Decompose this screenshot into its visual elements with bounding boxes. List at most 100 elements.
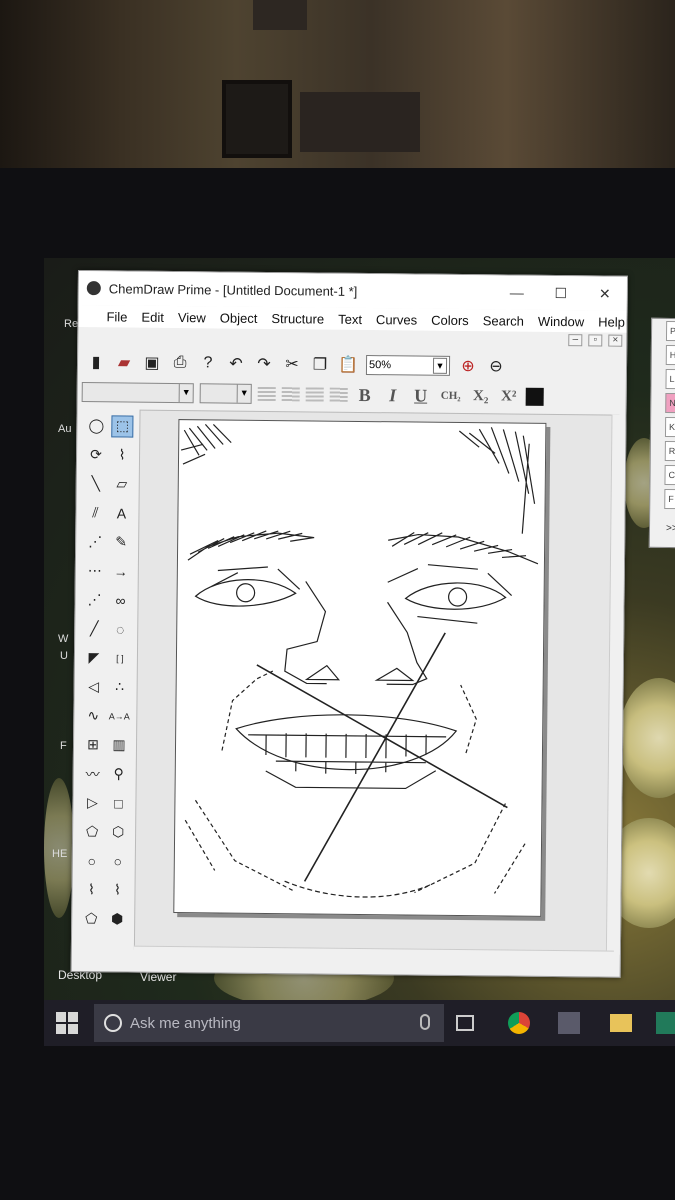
help-icon[interactable]: ? xyxy=(198,353,218,373)
marquee-select-icon[interactable]: ⬚ xyxy=(111,414,134,438)
app-icon[interactable] xyxy=(656,1012,675,1034)
atom-map-icon[interactable]: A→A xyxy=(108,705,130,727)
menu-structure[interactable]: Structure xyxy=(271,311,324,327)
text-tool-icon[interactable]: A xyxy=(110,502,132,524)
doc-restore-button[interactable]: ▫ xyxy=(588,334,603,347)
tlc-plate-icon[interactable]: ▥ xyxy=(108,734,130,756)
desktop-icon-label[interactable]: Au xyxy=(58,423,71,435)
eraser-icon[interactable]: ▱ xyxy=(111,473,133,495)
minimize-button[interactable]: — xyxy=(495,284,539,301)
underline-button[interactable]: U xyxy=(410,385,432,406)
desktop-icon-label[interactable]: W xyxy=(58,633,68,645)
side-panel-row[interactable]: H xyxy=(665,344,675,366)
paste-icon[interactable]: 📋 xyxy=(338,355,358,375)
chevron-down-icon[interactable]: ▼ xyxy=(178,384,193,403)
cyclopentane-icon[interactable]: ⬠ xyxy=(80,908,102,930)
copy-icon[interactable]: ❐ xyxy=(310,354,330,374)
wedge-hash-icon[interactable]: ⋰ xyxy=(83,589,105,611)
document-page[interactable] xyxy=(173,419,547,917)
font-size-select[interactable]: ▼ xyxy=(199,383,252,404)
chevron-down-icon[interactable]: ▼ xyxy=(236,384,251,403)
zoom-out-icon[interactable]: ⊖ xyxy=(486,356,506,376)
cut-icon[interactable]: ✂ xyxy=(282,354,302,374)
subscript-button[interactable]: X₂ xyxy=(470,388,492,405)
desktop-icon-label[interactable]: U xyxy=(60,650,68,662)
task-view-icon[interactable] xyxy=(456,1015,474,1031)
microphone-icon[interactable] xyxy=(420,1014,430,1030)
wedge-bond-icon[interactable]: ◤ xyxy=(83,647,105,669)
close-button[interactable]: ✕ xyxy=(583,285,627,302)
periodic-table-panel[interactable]: Pe H L N K Rl C F >> xyxy=(648,317,675,549)
side-panel-row[interactable]: F xyxy=(664,488,675,510)
side-panel-row[interactable]: K xyxy=(664,416,675,438)
menu-edit[interactable]: Edit xyxy=(141,309,164,324)
dashed-circle-icon[interactable]: ◌ xyxy=(109,618,131,640)
file-explorer-icon[interactable] xyxy=(610,1014,632,1032)
desktop-icon-label[interactable]: Re xyxy=(64,318,78,330)
square-icon[interactable]: □ xyxy=(107,792,129,814)
print-icon[interactable]: ⎙ xyxy=(170,353,190,373)
menu-view[interactable]: View xyxy=(178,310,206,325)
dots-icon[interactable]: ∴ xyxy=(109,676,131,698)
dashed-bond-icon[interactable]: ⋰ xyxy=(84,531,106,553)
desktop-icon-label[interactable]: HE xyxy=(52,848,67,860)
side-panel-row[interactable]: N xyxy=(665,392,675,414)
pentagon-icon[interactable]: ⬠ xyxy=(81,821,103,843)
menu-file[interactable]: File xyxy=(106,309,127,324)
query-icon[interactable]: 〰 xyxy=(82,763,104,785)
chevron-down-icon[interactable]: ▼ xyxy=(432,357,448,374)
rotate-icon[interactable]: ⟳ xyxy=(85,444,107,466)
cortana-search-box[interactable]: Ask me anything xyxy=(94,1004,444,1042)
bold-button[interactable]: B xyxy=(354,384,376,405)
font-family-select[interactable]: ▼ xyxy=(81,382,194,404)
table-icon[interactable]: ⊞ xyxy=(82,734,104,756)
side-panel-expand[interactable]: >> xyxy=(666,523,675,534)
pen-icon[interactable]: ✎ xyxy=(110,531,132,553)
chain-icon[interactable]: ⌇ xyxy=(111,444,133,466)
chair-icon[interactable]: ⌇ xyxy=(80,879,102,901)
side-panel-row[interactable]: Rl xyxy=(664,440,675,462)
lasso-icon[interactable]: ◯ xyxy=(85,415,107,437)
benzene-icon[interactable]: ⬢ xyxy=(106,908,128,930)
triangle-icon[interactable]: ▷ xyxy=(81,792,103,814)
chrome-icon[interactable] xyxy=(508,1012,530,1034)
stamp-icon[interactable]: ⚲ xyxy=(108,763,130,785)
heptagon-icon[interactable]: ○ xyxy=(81,850,103,872)
windows-start-icon[interactable] xyxy=(56,1012,78,1034)
menu-window[interactable]: Window xyxy=(538,313,584,328)
redo-icon[interactable]: ↷ xyxy=(254,354,274,374)
chair2-icon[interactable]: ⌇ xyxy=(106,879,128,901)
undo-icon[interactable]: ↶ xyxy=(226,354,246,374)
open-icon[interactable]: ▰ xyxy=(114,352,134,372)
menu-help[interactable]: Help xyxy=(598,314,625,329)
hashed-bond-icon[interactable]: ⋯ xyxy=(84,560,106,582)
menu-object[interactable]: Object xyxy=(220,310,258,325)
desktop-icon-label[interactable]: F xyxy=(60,740,67,752)
octagon-icon[interactable]: ○ xyxy=(107,850,129,872)
store-icon[interactable] xyxy=(558,1012,580,1034)
double-bond-icon[interactable]: ⫽ xyxy=(84,502,106,524)
doc-minimize-button[interactable]: – xyxy=(568,334,583,347)
align-center-icon[interactable] xyxy=(281,387,300,402)
single-bond-icon[interactable]: ╲ xyxy=(85,473,107,495)
drawing-canvas[interactable] xyxy=(133,409,620,955)
save-icon[interactable]: ▣ xyxy=(142,353,162,373)
justify-icon[interactable] xyxy=(329,387,348,402)
menu-colors[interactable]: Colors xyxy=(431,312,469,327)
italic-button[interactable]: I xyxy=(382,385,404,406)
bold-bond-icon[interactable]: ╱ xyxy=(83,618,105,640)
orbital-icon[interactable]: ∞ xyxy=(109,589,131,611)
menu-curves[interactable]: Curves xyxy=(376,312,417,327)
align-left-icon[interactable] xyxy=(257,386,276,402)
formula-button[interactable]: CH₂ xyxy=(438,390,464,402)
new-document-icon[interactable]: ▮ xyxy=(86,352,106,372)
hollow-wedge-icon[interactable]: ◁ xyxy=(83,676,105,698)
doc-close-button[interactable]: × xyxy=(608,334,623,347)
zoom-select[interactable]: 50% ▼ xyxy=(365,355,451,376)
menu-text[interactable]: Text xyxy=(338,311,362,326)
maximize-button[interactable]: ☐ xyxy=(539,284,583,301)
bracket-icon[interactable]: [ ] xyxy=(109,647,131,669)
side-panel-row[interactable]: L xyxy=(665,368,675,390)
side-panel-row[interactable]: C xyxy=(664,464,675,486)
zoom-in-icon[interactable]: ⊕ xyxy=(458,356,478,376)
